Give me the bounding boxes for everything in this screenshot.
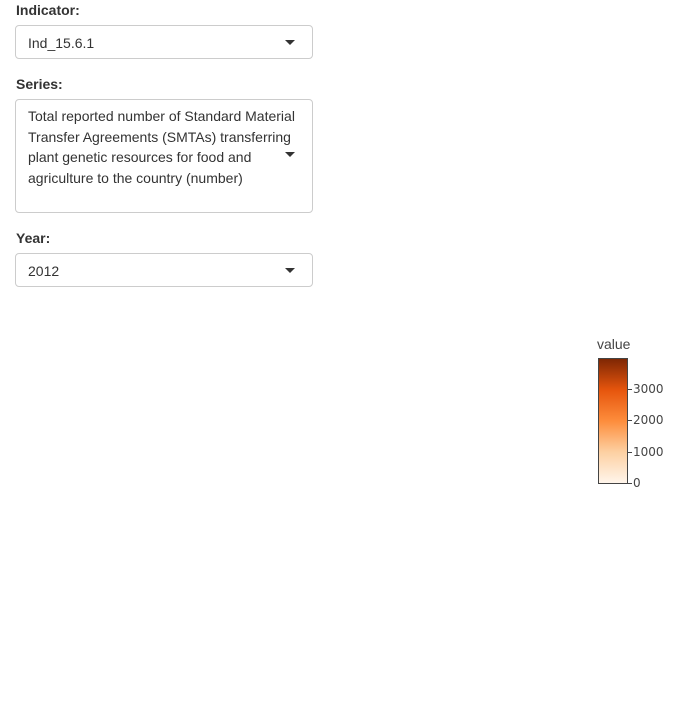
colorbar-tick-label: 3000 (633, 382, 664, 396)
indicator-selected-value: Ind_15.6.1 (28, 35, 95, 51)
colorbar-tick (628, 389, 632, 390)
caret-down-icon (285, 268, 295, 273)
caret-down-icon (285, 40, 295, 45)
colorbar (598, 358, 628, 484)
colorbar-tick (628, 483, 632, 484)
colorbar-tick-label: 0 (633, 476, 641, 490)
colorbar-tick-label: 2000 (633, 413, 664, 427)
year-selected-value: 2012 (28, 263, 60, 279)
series-label: Series: (16, 76, 63, 92)
series-select[interactable]: Total reported number of Standard Materi… (15, 99, 313, 213)
year-label: Year: (16, 230, 51, 246)
indicator-select[interactable]: Ind_15.6.1 (15, 25, 313, 59)
colorbar-tick (628, 452, 632, 453)
year-select[interactable]: 2012 (15, 253, 313, 287)
series-selected-value: Total reported number of Standard Materi… (28, 108, 295, 186)
colorbar-tick (628, 420, 632, 421)
caret-down-icon (285, 152, 295, 157)
legend-title: value (597, 336, 631, 352)
indicator-label: Indicator: (16, 2, 80, 18)
colorbar-tick-label: 1000 (633, 445, 664, 459)
